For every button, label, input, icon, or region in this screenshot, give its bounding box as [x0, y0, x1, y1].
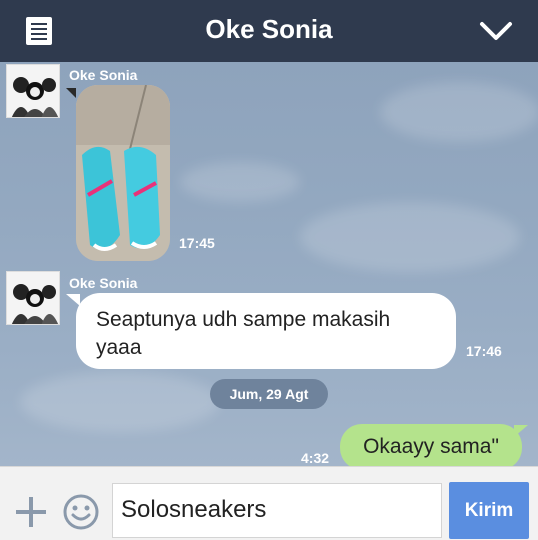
sender-name: Oke Sonia	[69, 275, 138, 291]
avatar[interactable]	[6, 271, 60, 325]
message-time: 17:45	[179, 235, 215, 251]
send-button[interactable]: Kirim	[449, 482, 529, 539]
message-time: 17:46	[466, 343, 502, 359]
chevron-down-icon[interactable]	[478, 18, 514, 44]
message-input-bar: Solosneakers Kirim	[0, 466, 538, 540]
date-separator: Jum, 29 Agt	[210, 379, 328, 409]
photo-message[interactable]	[76, 85, 170, 261]
chat-area[interactable]: Oke Sonia 17:45 Oke Sonia Seaptunya udh …	[0, 62, 538, 466]
smiley-icon[interactable]	[63, 494, 99, 530]
message-input[interactable]: Solosneakers	[112, 483, 442, 538]
chat-title: Oke Sonia	[205, 14, 333, 44]
incoming-message[interactable]: Seaptunya udh sampe makasih yaaa	[76, 293, 456, 369]
chat-header: Oke Sonia	[0, 0, 538, 62]
outgoing-message[interactable]: Okaayy sama"	[340, 424, 522, 466]
plus-icon[interactable]	[14, 495, 48, 529]
message-time: 4:32	[301, 450, 330, 466]
avatar[interactable]	[6, 64, 60, 118]
sender-name: Oke Sonia	[69, 67, 138, 83]
